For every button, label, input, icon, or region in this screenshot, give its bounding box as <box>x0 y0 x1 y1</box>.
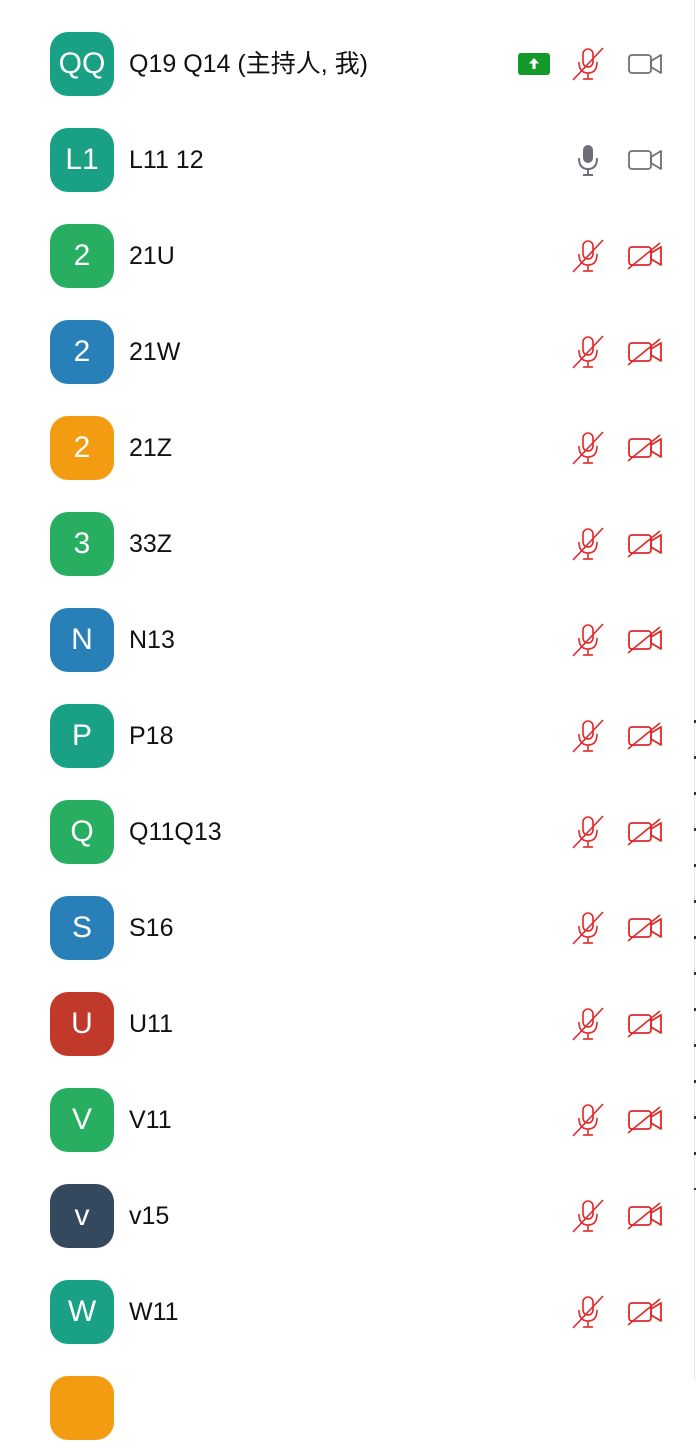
share-screen-icon[interactable] <box>518 53 550 75</box>
microphone-muted-icon[interactable] <box>571 1294 605 1330</box>
video-camera-off-icon[interactable] <box>627 1106 663 1134</box>
participant-name: 33Z <box>129 530 173 558</box>
participant-name: 21Z <box>129 434 173 462</box>
video-camera-off-icon[interactable] <box>627 242 663 270</box>
microphone-muted-icon[interactable] <box>571 814 605 850</box>
microphone-muted-icon[interactable] <box>571 526 605 562</box>
participant-name: W11 <box>129 1298 179 1326</box>
participant-row[interactable]: U U11 <box>0 968 694 1064</box>
participant-name: Q11Q13 <box>129 818 222 846</box>
participant-avatar: U <box>50 992 114 1056</box>
participant-row[interactable]: N N13 <box>0 584 694 680</box>
participant-name: Q19 Q14 (主持人, 我) <box>129 50 368 78</box>
participant-row[interactable]: S S16 <box>0 872 694 968</box>
video-camera-icon[interactable] <box>627 146 663 174</box>
participant-name: 21U <box>129 242 175 270</box>
participant-name: L11 12 <box>129 146 204 174</box>
participant-avatar: N <box>50 608 114 672</box>
video-camera-off-icon[interactable] <box>627 626 663 654</box>
microphone-muted-icon[interactable] <box>571 910 605 946</box>
participant-avatar: QQ <box>50 32 114 96</box>
participant-avatar: 2 <box>50 320 114 384</box>
participant-row[interactable]: V V11 <box>0 1064 694 1160</box>
video-camera-off-icon[interactable] <box>627 722 663 750</box>
participant-avatar: L1 <box>50 128 114 192</box>
participant-avatar: 2 <box>50 224 114 288</box>
participant-name: P18 <box>129 722 174 750</box>
video-camera-icon[interactable] <box>627 50 663 78</box>
participant-row[interactable]: W W11 <box>0 1256 694 1352</box>
participant-avatar: 3 <box>50 512 114 576</box>
participant-name: N13 <box>129 626 175 654</box>
participant-avatar: P <box>50 704 114 768</box>
microphone-muted-icon[interactable] <box>571 1006 605 1042</box>
participant-row[interactable]: 3 33Z <box>0 488 694 584</box>
participant-row[interactable] <box>0 1352 694 1448</box>
participant-row[interactable]: L1 L11 12 <box>0 104 694 200</box>
video-camera-off-icon[interactable] <box>627 914 663 942</box>
participant-name: 21W <box>129 338 181 366</box>
participant-row[interactable]: Q Q11Q13 <box>0 776 694 872</box>
microphone-icon[interactable] <box>571 142 605 178</box>
video-camera-off-icon[interactable] <box>627 818 663 846</box>
participant-avatar: 2 <box>50 416 114 480</box>
participant-name: V11 <box>129 1106 172 1134</box>
microphone-muted-icon[interactable] <box>571 1198 605 1234</box>
participant-avatar <box>50 1376 114 1440</box>
participant-avatar: v <box>50 1184 114 1248</box>
participant-name: U11 <box>129 1010 174 1038</box>
participant-row[interactable]: P P18 <box>0 680 694 776</box>
participant-avatar: Q <box>50 800 114 864</box>
participants-panel: QQ Q19 Q14 (主持人, 我) L1 L11 12 2 21U 2 21W 2 21Z 3 3… <box>0 0 695 1440</box>
video-camera-off-icon[interactable] <box>627 1298 663 1326</box>
microphone-muted-icon[interactable] <box>571 334 605 370</box>
video-camera-off-icon[interactable] <box>627 1010 663 1038</box>
participant-row[interactable]: 2 21Z <box>0 392 694 488</box>
participant-avatar: V <box>50 1088 114 1152</box>
microphone-muted-icon[interactable] <box>571 238 605 274</box>
participant-avatar: S <box>50 896 114 960</box>
video-camera-off-icon[interactable] <box>627 1202 663 1230</box>
participant-avatar: W <box>50 1280 114 1344</box>
participant-name: v15 <box>129 1202 170 1230</box>
microphone-muted-icon[interactable] <box>571 1102 605 1138</box>
microphone-muted-icon[interactable] <box>571 622 605 658</box>
microphone-muted-icon[interactable] <box>571 46 605 82</box>
video-camera-off-icon[interactable] <box>627 530 663 558</box>
participant-row[interactable]: v v15 <box>0 1160 694 1256</box>
microphone-muted-icon[interactable] <box>571 430 605 466</box>
participant-row[interactable]: QQ Q19 Q14 (主持人, 我) <box>0 8 694 104</box>
microphone-muted-icon[interactable] <box>571 718 605 754</box>
video-camera-off-icon[interactable] <box>627 434 663 462</box>
participant-row[interactable]: 2 21U <box>0 200 694 296</box>
participant-row[interactable]: 2 21W <box>0 296 694 392</box>
video-camera-off-icon[interactable] <box>627 338 663 366</box>
participant-name: S16 <box>129 914 174 942</box>
